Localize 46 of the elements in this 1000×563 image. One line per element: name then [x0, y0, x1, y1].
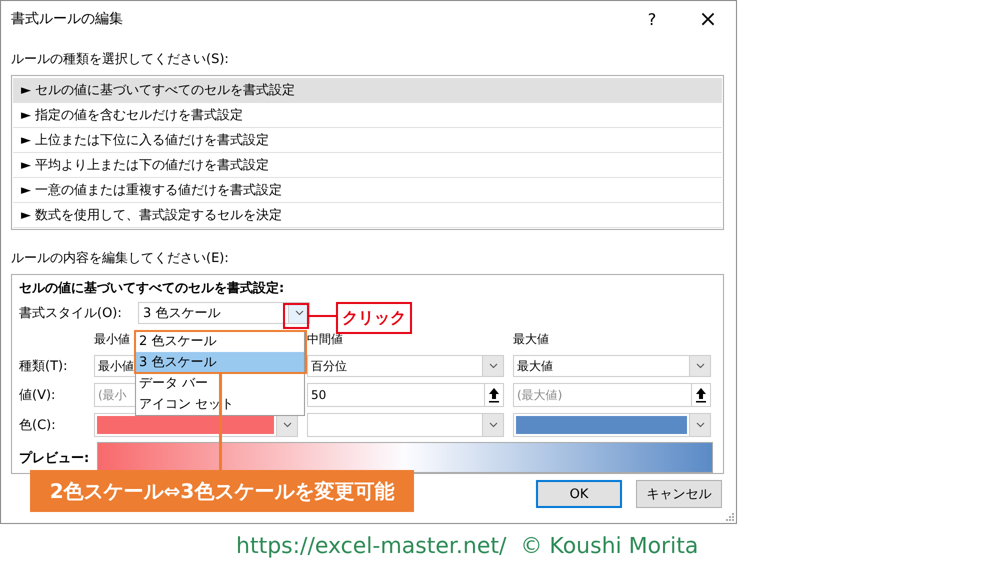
dropdown-option[interactable]: アイコン セット	[136, 394, 304, 415]
section-label: ルールの種類を選択してください(S):	[11, 51, 230, 69]
dropdown-option[interactable]: 3 色スケール	[136, 352, 304, 373]
column-header: 中間値	[307, 331, 343, 348]
rule-heading: セルの値に基づいてすべてのセルを書式設定:	[19, 280, 286, 298]
dropdown[interactable]	[513, 413, 711, 437]
column-header: 最小値	[94, 331, 130, 348]
resize-grip-icon	[726, 513, 734, 521]
input-field[interactable]: 50	[307, 383, 484, 407]
field-label: プレビュー:	[19, 450, 90, 466]
rule-type-item[interactable]: ► 一意の値または重複する値だけを書式設定	[13, 178, 722, 203]
dropdown-option[interactable]: データ バー	[136, 373, 304, 394]
field-label: 書式スタイル(O):	[19, 305, 123, 322]
column-header: 最大値	[513, 331, 549, 348]
chevron-icon	[696, 363, 704, 369]
upload-button[interactable]	[484, 383, 504, 407]
field-label: 色(C):	[19, 417, 57, 434]
field-label: 値(V):	[19, 387, 56, 404]
chevron-icon	[294, 310, 304, 316]
upload-button[interactable]	[691, 383, 711, 407]
chevron-icon	[488, 422, 498, 428]
section-label: ルールの内容を編集してください(E):	[11, 250, 230, 268]
ok-button[interactable]: OK	[536, 480, 622, 508]
callout-label: クリック	[336, 302, 412, 334]
dropdown[interactable]: 百分位	[307, 355, 504, 377]
close-button[interactable]: ×	[688, 4, 728, 34]
up-arrow-icon	[695, 387, 707, 403]
rule-type-item[interactable]: ► セルの値に基づいてすべてのセルを書式設定	[13, 78, 722, 103]
input-field[interactable]: (最大値)	[513, 383, 691, 407]
callout-label: 2色スケール⇔3色スケールを変更可能	[30, 470, 414, 512]
footer-credit: https://excel-master.net/ © Koushi Morita	[236, 534, 698, 560]
dropdown[interactable]: 3 色スケール	[138, 302, 310, 324]
help-button[interactable]: ?	[632, 4, 672, 34]
chevron-icon	[488, 363, 498, 369]
rule-type-item[interactable]: ► 上位または下位に入る値だけを書式設定	[13, 128, 722, 153]
up-arrow-icon	[488, 387, 500, 403]
rule-type-item[interactable]: ► 平均より上または下の値だけを書式設定	[13, 153, 722, 178]
field-label: 種類(T):	[19, 358, 68, 375]
leader-line	[309, 315, 336, 317]
window-title: 書式ルールの編集	[11, 10, 124, 28]
chevron-icon	[282, 422, 292, 428]
rule-type-item[interactable]: ► 指定の値を含むセルだけを書式設定	[13, 103, 722, 128]
cancel-button[interactable]: キャンセル	[636, 480, 722, 508]
rule-type-item[interactable]: ► 数式を使用して、書式設定するセルを決定	[13, 203, 722, 228]
dropdown[interactable]: 最大値	[513, 355, 711, 377]
chevron-icon	[696, 422, 704, 428]
